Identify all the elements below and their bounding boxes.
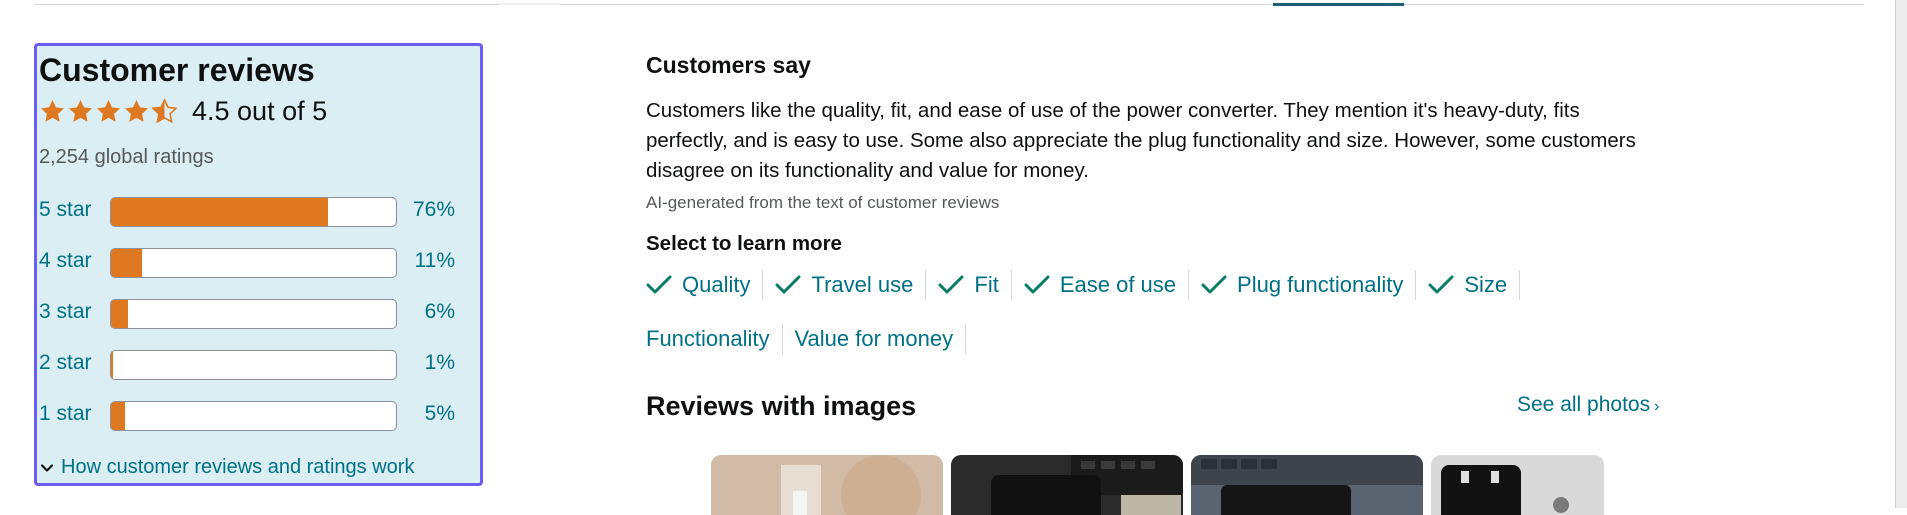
- histogram-bar-fill: [111, 249, 143, 277]
- tab-indicator-faint: [500, 3, 560, 5]
- histogram-star-label: 5 star: [39, 198, 92, 221]
- scrollbar[interactable]: [1895, 0, 1907, 508]
- chevron-right-icon: ›: [1654, 398, 1660, 415]
- histogram-bar: [110, 350, 397, 380]
- aspect-label: Plug functionality: [1237, 272, 1404, 297]
- review-photo-4: [1431, 455, 1604, 515]
- select-to-learn-heading: Select to learn more: [646, 232, 842, 255]
- aspect-label: Travel use: [811, 272, 914, 297]
- histogram-bar: [110, 401, 397, 431]
- rating-text: 4.5 out of 5: [192, 96, 328, 126]
- review-image-thumbnail[interactable]: [951, 455, 1183, 515]
- checkmark-icon: [775, 275, 801, 294]
- histogram-percent: 5%: [424, 402, 455, 425]
- review-photo-2: [951, 455, 1183, 515]
- chevron-down-icon: [40, 463, 54, 472]
- histogram-row[interactable]: 2 star 1%: [39, 349, 479, 381]
- histogram-bar-fill: [111, 198, 328, 226]
- histogram-percent: 76%: [412, 198, 455, 221]
- checkmark-icon: [1201, 275, 1227, 294]
- star-full-icon: [69, 100, 92, 122]
- aspect-button[interactable]: Ease of use: [1024, 270, 1190, 300]
- customer-reviews-panel: Customer reviews 4.5 out of 5 2,254 glob…: [34, 43, 483, 486]
- histogram-bar-fill: [111, 351, 113, 379]
- aspect-button[interactable]: Size: [1428, 270, 1521, 300]
- histogram-star-label: 4 star: [39, 249, 92, 272]
- aspect-label: Fit: [974, 272, 999, 297]
- aspect-label: Ease of use: [1059, 272, 1177, 297]
- histogram-row[interactable]: 4 star 11%: [39, 247, 479, 279]
- star-full-icon: [97, 100, 120, 122]
- how-reviews-work-link[interactable]: How customer reviews and ratings work: [39, 456, 414, 479]
- top-divider: [34, 4, 1864, 5]
- histogram-row[interactable]: 1 star 5%: [39, 400, 479, 432]
- ai-generated-note: AI-generated from the text of customer r…: [646, 193, 1000, 212]
- histogram-row[interactable]: 3 star 6%: [39, 298, 479, 330]
- star-full-icon: [41, 100, 64, 122]
- global-ratings-count: 2,254 global ratings: [39, 146, 214, 168]
- see-all-photos-label: See all photos: [1517, 393, 1651, 416]
- checkmark-icon: [938, 275, 964, 294]
- checkmark-icon: [646, 275, 672, 294]
- review-image-strip: [711, 455, 1604, 515]
- aspect-button[interactable]: Fit: [938, 270, 1012, 300]
- histogram-star-label: 1 star: [39, 402, 92, 425]
- star-full-icon: [125, 100, 148, 122]
- aspect-button[interactable]: Value for money: [795, 324, 967, 354]
- review-image-thumbnail[interactable]: [1431, 455, 1604, 515]
- histogram-percent: 11%: [414, 249, 455, 272]
- aspect-label: Value for money: [794, 326, 954, 351]
- review-image-thumbnail[interactable]: [711, 455, 943, 515]
- histogram-percent: 1%: [424, 351, 455, 374]
- star-rating: [39, 98, 178, 125]
- how-reviews-work-label: How customer reviews and ratings work: [61, 456, 415, 478]
- histogram-bar: [110, 248, 397, 278]
- aspect-label: Quality: [682, 272, 751, 297]
- histogram-bar: [110, 197, 397, 227]
- review-summary-text: Customers like the quality, fit, and eas…: [646, 99, 1636, 182]
- aspect-label: Size: [1464, 272, 1508, 297]
- checkmark-icon: [1024, 275, 1050, 294]
- see-all-photos-link[interactable]: See all photos ›: [1517, 393, 1659, 417]
- reviews-with-images-heading: Reviews with images: [646, 391, 917, 421]
- histogram-percent: 6%: [424, 300, 455, 323]
- review-photo-1: [711, 455, 943, 515]
- aspect-buttons: Quality Travel use Fit Ease of use Plug func…: [646, 270, 1656, 354]
- active-tab-indicator: [1273, 3, 1404, 6]
- checkmark-icon: [1428, 275, 1454, 294]
- histogram-star-label: 3 star: [39, 300, 92, 323]
- customer-reviews-title: Customer reviews: [39, 52, 315, 88]
- star-half-icon: [151, 98, 178, 124]
- aspect-button[interactable]: Travel use: [775, 270, 927, 300]
- aspect-button[interactable]: Quality: [646, 270, 764, 300]
- histogram-bar: [110, 299, 397, 329]
- histogram-bar-fill: [111, 300, 129, 328]
- average-rating-row[interactable]: 4.5 out of 5: [39, 96, 327, 127]
- aspect-label: Functionality: [646, 326, 770, 351]
- customers-say-heading: Customers say: [646, 52, 811, 78]
- aspect-button[interactable]: Plug functionality: [1201, 270, 1417, 300]
- review-photo-3: [1191, 455, 1423, 515]
- histogram-row[interactable]: 5 star 76%: [39, 196, 479, 228]
- review-image-thumbnail[interactable]: [1191, 455, 1423, 515]
- histogram-bar-fill: [111, 402, 126, 430]
- aspect-button[interactable]: Functionality: [646, 324, 783, 354]
- histogram-star-label: 2 star: [39, 351, 92, 374]
